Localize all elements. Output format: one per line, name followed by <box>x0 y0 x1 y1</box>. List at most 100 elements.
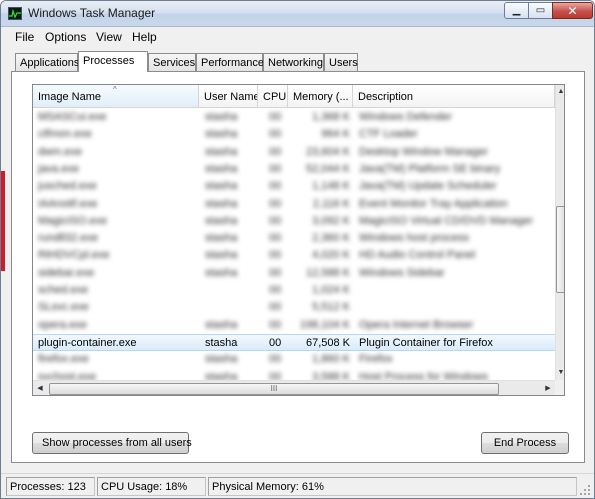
process-row[interactable]: MSASCui.exe stasha 00 1,368 K Windows Defend… <box>33 109 555 126</box>
minimize-icon: ▁ <box>512 5 521 16</box>
cell-memory: 3,092 K <box>312 214 350 227</box>
cell-image-name: firefox.exe <box>38 353 89 366</box>
status-bar: Processes: 123 CPU Usage: 18% Physical M… <box>1 473 594 498</box>
menu-options[interactable]: Options <box>45 30 86 44</box>
cell-cpu: 00 <box>269 162 282 175</box>
cell-image-name: ctfmon.exe <box>38 128 92 141</box>
cell-cpu: 00 <box>269 266 282 279</box>
cell-cpu: 00 <box>269 128 282 141</box>
end-process-button[interactable]: End Process <box>481 432 569 454</box>
process-row[interactable]: SLsvc.exe 00 5,512 K <box>33 299 555 316</box>
maximize-icon: ▭ <box>535 5 546 16</box>
cell-description: Plugin Container for Firefox <box>359 336 493 349</box>
scroll-right-icon[interactable]: ▶ <box>541 381 555 395</box>
cell-description: Windows host process <box>359 232 470 245</box>
process-row[interactable]: sched.exe 00 1,024 K <box>33 282 555 299</box>
cell-description: Windows Defender <box>359 111 452 123</box>
process-row[interactable]: jusched.exe stasha 00 1,148 K Java(TM) Updat… <box>33 178 555 195</box>
process-list[interactable]: ^ Image Name User Name CPU Memory (... D… <box>32 84 565 396</box>
cell-memory: 2,360 K <box>312 232 350 245</box>
tab-processes[interactable]: Processes <box>78 51 148 72</box>
cell-user-name: stasha <box>205 111 238 123</box>
scroll-down-icon[interactable]: ▼ <box>556 366 564 380</box>
process-row[interactable]: IAAnotif.exe stasha 00 2,116 K Event Monitor… <box>33 196 555 213</box>
window-title: Windows Task Manager <box>28 6 156 20</box>
cell-cpu: 00 <box>269 214 282 227</box>
column-memory[interactable]: Memory (... <box>288 85 353 108</box>
cell-memory: 52,044 K <box>305 162 350 175</box>
process-row[interactable]: java.exe stasha 00 52,044 K Java(TM) Platfor… <box>33 161 555 178</box>
tab-performance[interactable]: Performance <box>196 53 264 71</box>
cell-memory: 5,512 K <box>312 301 350 314</box>
cell-cpu: 00 <box>269 318 282 331</box>
status-processes: Processes: 123 <box>6 477 95 496</box>
process-row[interactable]: MagicISO.exe stasha 00 3,092 K MagicISO Virt… <box>33 213 555 230</box>
cell-image-name: jusched.exe <box>38 180 97 193</box>
cell-cpu: 00 <box>269 232 282 245</box>
process-row[interactable]: dwm.exe stasha 00 23,604 K Desktop Window Ma… <box>33 144 555 161</box>
close-icon: ✕ <box>567 3 578 18</box>
close-button[interactable]: ✕ <box>552 2 593 19</box>
cell-image-name: opera.exe <box>38 318 87 331</box>
column-cpu[interactable]: CPU <box>258 85 288 108</box>
cell-cpu: 00 <box>269 145 282 158</box>
cell-image-name: IAAnotif.exe <box>38 197 98 210</box>
cell-image-name: java.exe <box>38 162 79 175</box>
menu-file[interactable]: File <box>15 30 34 44</box>
menu-view[interactable]: View <box>96 30 122 44</box>
column-user-name[interactable]: User Name <box>199 85 258 108</box>
cell-memory: 1,148 K <box>312 180 350 193</box>
scroll-grip-icon: III <box>270 384 278 393</box>
title-bar[interactable]: Windows Task Manager ▁ ▭ ✕ <box>1 1 594 27</box>
cell-user-name: stasha <box>205 249 238 262</box>
column-description[interactable]: Description <box>353 85 555 108</box>
tab-services[interactable]: Services <box>148 53 196 71</box>
cell-cpu: 00 <box>269 353 282 366</box>
cell-cpu: 00 <box>269 284 282 296</box>
tab-applications[interactable]: Applications <box>15 53 79 71</box>
process-row[interactable]: firefox.exe stasha 00 1,860 K Firefox <box>33 351 555 368</box>
cell-description: Windows Sidebar <box>359 266 445 279</box>
scroll-up-icon[interactable]: ▲ <box>556 85 564 99</box>
vertical-scrollbar[interactable]: ▲ ▼ <box>555 85 564 380</box>
cell-user-name: stasha <box>205 180 238 193</box>
show-all-processes-label: Show processes from all users <box>42 437 192 449</box>
cell-memory: 1,368 K <box>312 111 350 123</box>
cell-image-name: plugin-container.exe <box>38 336 137 349</box>
menu-help[interactable]: Help <box>132 30 157 44</box>
vertical-scroll-thumb[interactable] <box>556 206 564 293</box>
scroll-left-icon[interactable]: ◀ <box>33 381 47 395</box>
scrollbar-corner <box>555 380 564 395</box>
process-row[interactable]: rundll32.exe stasha 00 2,360 K Windows host … <box>33 230 555 247</box>
maximize-button[interactable]: ▭ <box>528 2 553 19</box>
cell-image-name: MSASCui.exe <box>38 111 107 123</box>
menu-bar: File Options View Help <box>1 27 594 47</box>
process-row[interactable]: RtHDVCpl.exe stasha 00 4,020 K HD Audio Cont… <box>33 247 555 264</box>
cell-description: MagicISO Virtual CD/DVD Manager <box>359 214 534 227</box>
cell-image-name: MagicISO.exe <box>38 214 108 227</box>
show-all-processes-button[interactable]: Show processes from all users <box>32 432 192 454</box>
cell-user-name: stasha <box>205 197 238 210</box>
process-row[interactable]: sidebar.exe stasha 00 12,588 K Windows Sideb… <box>33 265 555 282</box>
process-row[interactable]: opera.exe stasha 00 198,104 K Opera Internet… <box>33 317 555 334</box>
cell-user-name: stasha <box>205 318 238 331</box>
column-image-name[interactable]: ^ Image Name <box>33 85 199 108</box>
minimize-button[interactable]: ▁ <box>504 2 529 19</box>
horizontal-scroll-thumb[interactable]: III <box>49 383 499 395</box>
cell-image-name: rundll32.exe <box>38 232 98 245</box>
process-row-selected[interactable]: plugin-container.exe stasha 00 67,508 K Plug… <box>33 333 555 351</box>
task-manager-icon <box>8 7 22 20</box>
resize-grip-icon[interactable] <box>579 484 591 496</box>
cell-image-name: RtHDVCpl.exe <box>38 249 110 262</box>
tab-networking[interactable]: Networking <box>263 53 324 71</box>
cell-user-name: stasha <box>205 353 238 366</box>
cell-cpu: 00 <box>269 197 282 210</box>
cell-image-name: SLsvc.exe <box>38 301 89 314</box>
cell-user-name: stasha <box>205 336 238 349</box>
process-row[interactable]: ctfmon.exe stasha 00 964 K CTF Loader <box>33 126 555 143</box>
cell-image-name: sched.exe <box>38 284 89 296</box>
tab-users[interactable]: Users <box>324 53 358 71</box>
cell-memory: 964 K <box>321 128 350 141</box>
cell-cpu: 00 <box>269 249 282 262</box>
horizontal-scrollbar[interactable]: ◀ III ▶ <box>33 380 564 395</box>
